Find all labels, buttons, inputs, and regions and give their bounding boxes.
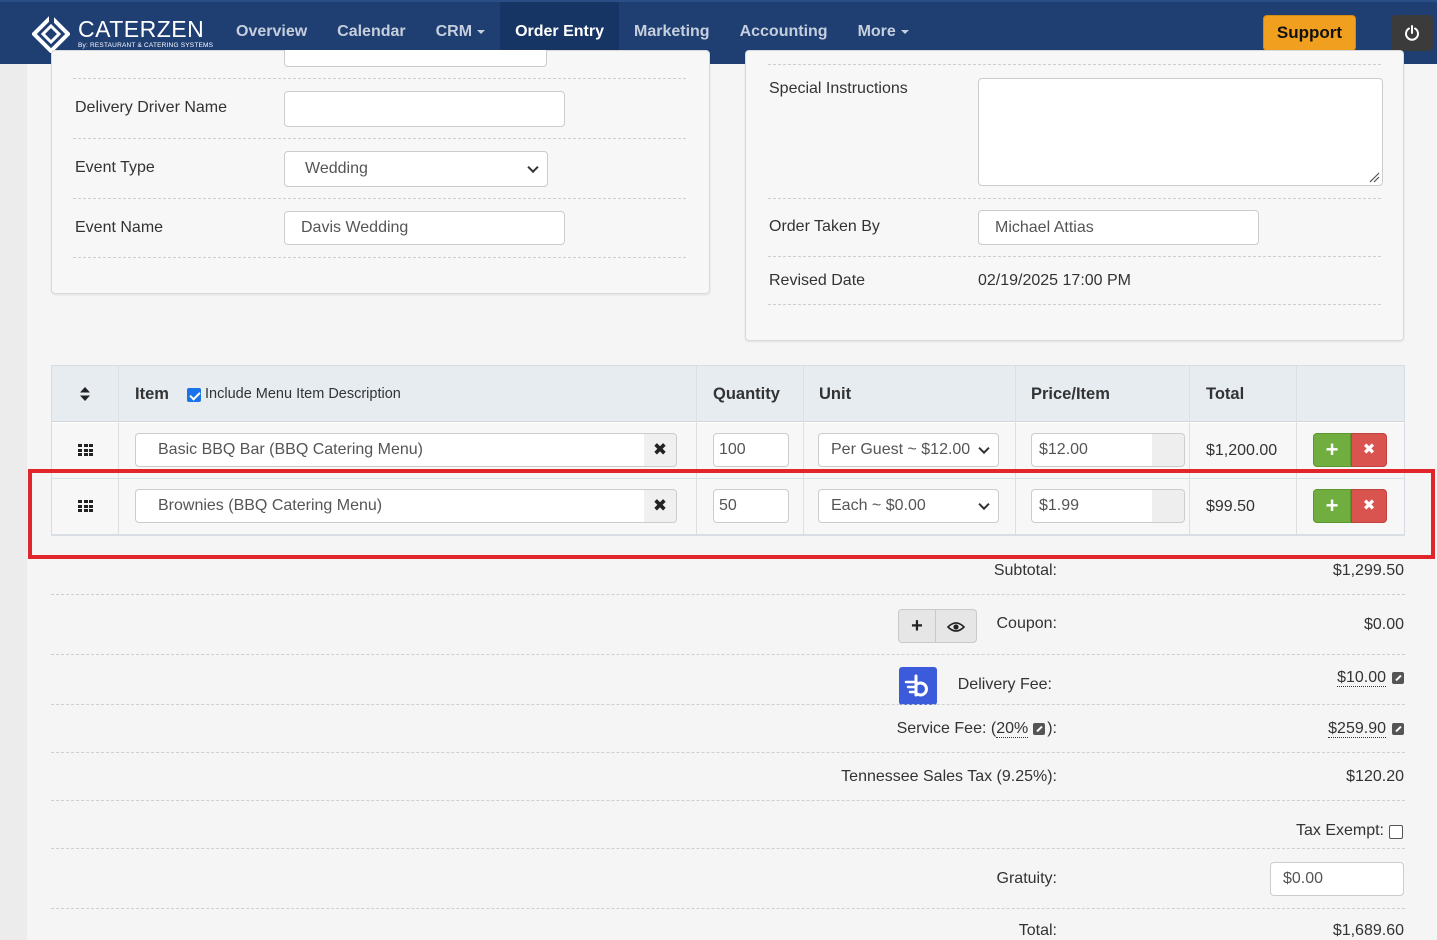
gratuity-label: Gratuity: bbox=[996, 870, 1057, 887]
clear-item-icon[interactable]: ✖ bbox=[644, 433, 677, 467]
gratuity-input[interactable]: $0.00 bbox=[1270, 862, 1404, 896]
support-button[interactable]: Support bbox=[1263, 15, 1356, 51]
driver-label: Delivery Driver Name bbox=[75, 99, 228, 116]
quantity-input[interactable]: 100 bbox=[713, 433, 789, 467]
divider bbox=[768, 64, 1381, 65]
add-row-button[interactable]: + bbox=[1313, 433, 1351, 467]
divider bbox=[51, 594, 1405, 595]
revised-date-label: Revised Date bbox=[769, 272, 866, 289]
resize-handle-icon[interactable] bbox=[1368, 171, 1380, 183]
divider bbox=[73, 138, 686, 139]
coupon-value: $0.00 bbox=[1363, 616, 1404, 633]
total-value: $1,689.60 bbox=[1332, 922, 1404, 939]
divider bbox=[51, 704, 1405, 705]
divider bbox=[73, 257, 686, 258]
delivery-fee-label: Delivery Fee: bbox=[957, 676, 1052, 693]
highlight-box bbox=[28, 469, 1435, 559]
add-coupon-button[interactable]: + bbox=[898, 609, 936, 643]
caret-down-icon bbox=[900, 29, 909, 34]
special-instructions-label: Special Instructions bbox=[769, 80, 908, 97]
row-total: $1,200.00 bbox=[1206, 442, 1278, 459]
include-description-label[interactable]: Include Menu Item Description bbox=[205, 366, 401, 422]
tax-exempt-label: Tax Exempt: bbox=[1295, 822, 1384, 839]
subtotal-value: $1,299.50 bbox=[1332, 562, 1404, 579]
brand-name: CATERZEN bbox=[78, 16, 205, 43]
partial-field-top[interactable] bbox=[284, 50, 547, 67]
event-type-select[interactable]: Wedding bbox=[284, 151, 548, 187]
delivery-fee-value[interactable]: $10.00 bbox=[1204, 669, 1404, 687]
divider bbox=[51, 654, 1405, 655]
header-price: Price/Item bbox=[1031, 385, 1110, 403]
event-name-label: Event Name bbox=[75, 219, 164, 236]
divider bbox=[51, 800, 1405, 801]
divider bbox=[51, 908, 1405, 909]
caret-down-icon bbox=[477, 29, 486, 34]
brand-subtitle: By: RESTAURANT & CATERING SYSTEMS bbox=[78, 42, 214, 50]
service-fee-label: Service Fee: (20%): bbox=[896, 720, 1057, 738]
price-addon bbox=[1152, 433, 1185, 467]
coupon-label: Coupon: bbox=[996, 615, 1058, 632]
divider bbox=[768, 304, 1381, 305]
divider bbox=[73, 198, 686, 199]
header-unit: Unit bbox=[819, 385, 852, 403]
special-instructions-textarea[interactable] bbox=[978, 78, 1383, 186]
order-taken-by-label: Order Taken By bbox=[769, 218, 880, 235]
table-header: Item Include Menu Item Description Quant… bbox=[52, 366, 1404, 422]
power-icon[interactable] bbox=[1391, 15, 1433, 51]
edit-icon[interactable] bbox=[1392, 722, 1404, 735]
sort-icon[interactable] bbox=[79, 386, 91, 402]
header-item: Item bbox=[135, 385, 169, 403]
event-type-label: Event Type bbox=[75, 159, 155, 176]
divider bbox=[768, 256, 1381, 257]
price-input[interactable]: $12.00 bbox=[1031, 433, 1153, 467]
drag-handle-icon[interactable] bbox=[78, 444, 93, 456]
divider bbox=[51, 848, 1405, 849]
include-description-checkbox[interactable] bbox=[187, 388, 201, 402]
chevron-down-icon bbox=[978, 442, 990, 455]
event-name-input[interactable]: Davis Wedding bbox=[284, 211, 565, 245]
divider bbox=[768, 198, 1381, 199]
divider bbox=[73, 78, 686, 79]
unit-select[interactable]: Per Guest ~ $12.00 bbox=[818, 433, 999, 467]
delete-row-button[interactable]: ✖ bbox=[1351, 433, 1387, 467]
sales-tax-label: Tennessee Sales Tax (9.25%): bbox=[841, 768, 1057, 785]
total-label: Total: bbox=[1018, 922, 1057, 939]
edit-icon[interactable] bbox=[1033, 722, 1046, 735]
tax-exempt-checkbox[interactable] bbox=[1389, 825, 1403, 839]
caterzen-logo-icon bbox=[31, 14, 71, 54]
service-fee-value[interactable]: $259.90 bbox=[1204, 720, 1404, 738]
revised-date-value: 02/19/2025 17:00 PM bbox=[978, 272, 1132, 289]
subtotal-label: Subtotal: bbox=[993, 562, 1057, 579]
edit-icon[interactable] bbox=[1392, 671, 1404, 684]
header-total: Total bbox=[1206, 385, 1245, 403]
order-taken-by-input[interactable]: Michael Attias bbox=[978, 210, 1259, 245]
delivery-driver-input[interactable] bbox=[284, 91, 565, 127]
caterzen-logo[interactable]: CATERZEN By: RESTAURANT & CATERING SYSTE… bbox=[31, 14, 214, 54]
divider bbox=[51, 752, 1405, 753]
sales-tax-value: $120.20 bbox=[1346, 768, 1404, 785]
chevron-down-icon bbox=[527, 161, 539, 174]
header-quantity: Quantity bbox=[713, 385, 780, 403]
item-name-input[interactable]: Basic BBQ Bar (BBQ Catering Menu) bbox=[135, 433, 645, 467]
